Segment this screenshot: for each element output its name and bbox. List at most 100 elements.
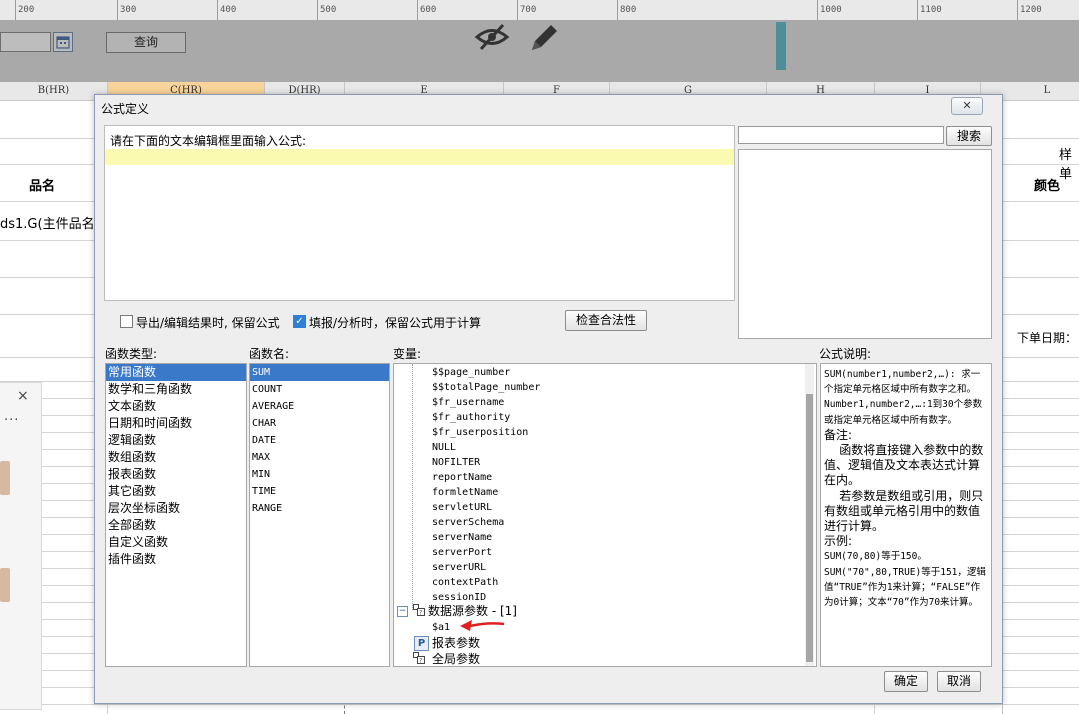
- report-param-icon: P: [414, 636, 429, 651]
- tree-item[interactable]: reportName: [432, 470, 492, 485]
- desc-line: 若参数是数组或引用，则只有数组或单元格引用中的数值进行计算。: [824, 488, 984, 534]
- close-icon[interactable]: ✕: [951, 97, 983, 115]
- cancel-button[interactable]: 取消: [937, 671, 981, 692]
- parameter-form-area: 查询: [0, 20, 1079, 82]
- hide-eye-icon[interactable]: [474, 22, 510, 55]
- tree-item[interactable]: formletName: [432, 485, 498, 500]
- list-item[interactable]: 常用函数: [106, 364, 246, 381]
- export-keep-formula-label[interactable]: 导出/编辑结果时, 保留公式: [136, 314, 280, 331]
- list-item[interactable]: 插件函数: [106, 551, 246, 568]
- formula-desc-label: 公式说明:: [819, 347, 872, 361]
- date-input[interactable]: [0, 32, 51, 52]
- tree-item[interactable]: NOFILTER: [432, 455, 480, 470]
- close-icon[interactable]: ×: [17, 388, 29, 404]
- thumbnail-image[interactable]: [0, 568, 10, 602]
- desc-line: SUM(number1,number2,…): 求一个指定单元格区域中所有数字之…: [824, 369, 981, 396]
- ruler-tick: 1000: [817, 0, 842, 20]
- list-item[interactable]: RANGE: [250, 500, 389, 517]
- list-item[interactable]: AVERAGE: [250, 398, 389, 415]
- tree-item[interactable]: NULL: [432, 440, 456, 455]
- query-button[interactable]: 查询: [106, 32, 186, 53]
- side-panel: × ···: [0, 382, 42, 710]
- ruler-tick: 200: [15, 0, 34, 20]
- func-name-list[interactable]: SUM COUNT AVERAGE CHAR DATE MAX MIN TIME…: [249, 363, 390, 667]
- tree-item[interactable]: sessionID: [432, 590, 486, 605]
- fill-keep-formula-checkbox[interactable]: ✓: [293, 315, 306, 328]
- svg-text:?: ?: [419, 610, 422, 617]
- color-header[interactable]: 颜色: [1034, 175, 1060, 194]
- tree-item[interactable]: $$totalPage_number: [432, 380, 540, 395]
- formula-description-text: SUM(number1,number2,…): 求一个指定单元格区域中所有数字之…: [824, 367, 988, 610]
- global-params-group[interactable]: 全局参数: [432, 652, 480, 666]
- formula-description-panel: SUM(number1,number2,…): 求一个指定单元格区域中所有数字之…: [820, 363, 992, 667]
- func-type-list[interactable]: 常用函数 数学和三角函数 文本函数 日期和时间函数 逻辑函数 数组函数 报表函数…: [105, 363, 247, 667]
- search-button[interactable]: 搜索: [946, 126, 992, 146]
- list-item[interactable]: CHAR: [250, 415, 389, 432]
- variable-tree[interactable]: $$page_number $$totalPage_number $fr_use…: [393, 363, 817, 667]
- list-item[interactable]: COUNT: [250, 381, 389, 398]
- desc-line: SUM("70",80,TRUE)等于151，逻辑值“TRUE”作为1来计算；“…: [824, 566, 986, 609]
- list-item[interactable]: 报表函数: [106, 466, 246, 483]
- variable-label: 变量:: [393, 347, 422, 361]
- report-params-group[interactable]: 报表参数: [432, 636, 480, 651]
- more-icon[interactable]: ···: [4, 413, 19, 428]
- list-item[interactable]: MIN: [250, 466, 389, 483]
- tree-item[interactable]: contextPath: [432, 575, 498, 590]
- sample-title-partial[interactable]: 样单: [1059, 144, 1079, 182]
- pin-name-cell[interactable]: ds1.G(主件品名): [0, 213, 100, 232]
- tree-item[interactable]: $a1: [432, 620, 450, 635]
- desc-line: 示例:: [824, 534, 853, 549]
- list-item[interactable]: 层次坐标函数: [106, 500, 246, 517]
- list-item[interactable]: 日期和时间函数: [106, 415, 246, 432]
- edit-pencil-icon[interactable]: [526, 20, 562, 57]
- vertical-scrollbar[interactable]: [805, 364, 814, 666]
- column-header-l[interactable]: L: [1015, 82, 1079, 100]
- calendar-icon[interactable]: [53, 32, 73, 52]
- export-keep-formula-checkbox[interactable]: [120, 315, 133, 328]
- list-item[interactable]: 逻辑函数: [106, 432, 246, 449]
- ruler-tick: 300: [117, 0, 136, 20]
- selection-marker: [776, 22, 786, 70]
- svg-text:?: ?: [419, 658, 422, 665]
- order-date-label[interactable]: 下单日期：: [1017, 329, 1077, 346]
- tree-item[interactable]: $$page_number: [432, 365, 510, 380]
- ok-button[interactable]: 确定: [884, 671, 928, 692]
- formula-textarea[interactable]: [105, 149, 734, 165]
- tree-item[interactable]: $fr_authority: [432, 410, 510, 425]
- fill-keep-formula-label[interactable]: 填报/分析时，保留公式用于计算: [309, 314, 481, 331]
- desc-line: Number1,number2,…:1到30个参数或指定单元格区域中所有数字。: [824, 399, 983, 426]
- scrollbar-thumb[interactable]: [806, 394, 813, 662]
- tree-item[interactable]: $fr_username: [432, 395, 504, 410]
- collapse-icon[interactable]: −: [397, 606, 408, 617]
- list-item[interactable]: 全部函数: [106, 517, 246, 534]
- tree-item[interactable]: serverURL: [432, 560, 486, 575]
- list-item[interactable]: 其它函数: [106, 483, 246, 500]
- desc-line: 备注:: [824, 427, 853, 442]
- list-item[interactable]: 自定义函数: [106, 534, 246, 551]
- list-item[interactable]: 数学和三角函数: [106, 381, 246, 398]
- tree-item[interactable]: serverSchema: [432, 515, 504, 530]
- tree-item[interactable]: $fr_userposition: [432, 425, 528, 440]
- formula-editor-panel: 请在下面的文本编辑框里面输入公式:: [104, 125, 735, 301]
- param-folder-icon: ?: [413, 604, 425, 617]
- pin-name-header[interactable]: 品名: [29, 175, 55, 194]
- list-item[interactable]: SUM: [250, 364, 389, 381]
- search-input[interactable]: [738, 126, 944, 144]
- search-results-panel[interactable]: [738, 149, 992, 339]
- list-item[interactable]: 文本函数: [106, 398, 246, 415]
- list-item[interactable]: 数组函数: [106, 449, 246, 466]
- ruler-tick: 500: [317, 0, 336, 20]
- list-item[interactable]: DATE: [250, 432, 389, 449]
- ruler-tick: 700: [517, 0, 536, 20]
- list-item[interactable]: TIME: [250, 483, 389, 500]
- formula-definition-dialog: 公式定义 ✕ 请在下面的文本编辑框里面输入公式: 搜索 导出/编辑结果时, 保留…: [94, 94, 1003, 704]
- tree-item[interactable]: servletURL: [432, 500, 492, 515]
- tree-item[interactable]: serverPort: [432, 545, 492, 560]
- ruler-tick: 1200: [1017, 0, 1042, 20]
- list-item[interactable]: MAX: [250, 449, 389, 466]
- thumbnail-image[interactable]: [0, 461, 10, 495]
- column-header-b[interactable]: B(HR): [0, 82, 108, 100]
- check-validity-button[interactable]: 检查合法性: [565, 310, 647, 331]
- tree-item[interactable]: serverName: [432, 530, 492, 545]
- desc-line: 函数将直接键入参数中的数值、逻辑值及文本表达式计算在内。: [824, 443, 984, 488]
